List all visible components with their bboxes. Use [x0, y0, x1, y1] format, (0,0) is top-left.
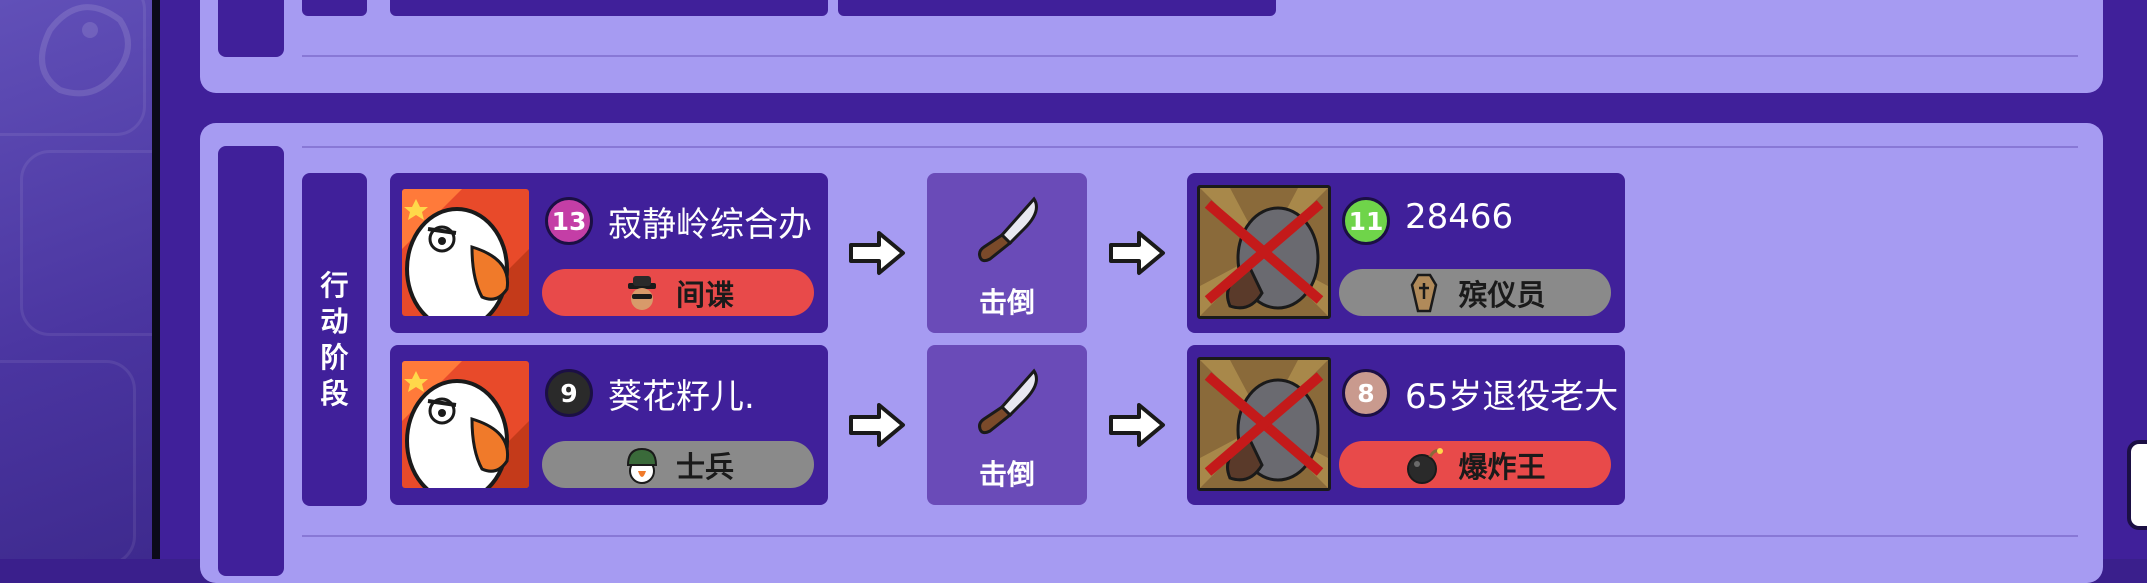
action-box: 击倒 — [927, 345, 1087, 505]
phase-title-char: 动 — [320, 304, 349, 338]
divider-line — [302, 535, 2078, 537]
role-label: 间谍 — [675, 277, 734, 312]
player-name: 寂静岭综合办 — [608, 205, 812, 245]
role-pill: 爆炸王 — [1339, 441, 1611, 488]
phase-side-bar — [218, 146, 284, 576]
player-number-badge: 13 — [545, 197, 593, 245]
knife-icon — [978, 368, 1038, 435]
goose-avatar — [402, 189, 529, 316]
arrow-right-icon — [1109, 231, 1165, 275]
player-number-badge: 9 — [545, 369, 593, 417]
phase-title-char: 行 — [320, 268, 349, 302]
role-pill: 士兵 — [542, 441, 814, 488]
player-name: 葵花籽儿. — [608, 377, 755, 417]
player-number-badge: 8 — [1342, 369, 1390, 417]
side-divider — [152, 0, 160, 559]
role-label: 殡仪员 — [1458, 277, 1546, 312]
action-label: 击倒 — [978, 286, 1035, 319]
phase-title: 行 动 阶 段 — [302, 173, 367, 506]
phase-title-char: 段 — [320, 376, 349, 410]
eliminated-avatar — [1197, 357, 1331, 491]
soldier-helmet-icon — [622, 445, 662, 485]
phase-title-char: 阶 — [320, 340, 349, 374]
action-box: 击倒 — [927, 173, 1087, 333]
divider-line — [302, 146, 2078, 148]
player-name: 65岁退役老大 — [1405, 377, 1619, 417]
role-pill: 殡仪员 — [1339, 269, 1611, 316]
divider-line — [302, 55, 2078, 57]
target-card[interactable]: 8 65岁退役老大 爆炸王 — [1187, 345, 1625, 505]
player-name: 28466 — [1405, 197, 1514, 237]
spy-icon — [622, 273, 662, 313]
previous-row-stub — [838, 0, 1276, 16]
role-label: 士兵 — [675, 449, 734, 484]
role-label: 爆炸王 — [1458, 449, 1546, 484]
previous-row-stub — [302, 0, 367, 16]
role-pill: 间谍 — [542, 269, 814, 316]
arrow-right-icon — [849, 403, 905, 447]
action-label: 击倒 — [978, 458, 1035, 491]
player-number-badge: 11 — [1342, 197, 1390, 245]
actor-card[interactable]: 9 葵花籽儿. 士兵 — [390, 345, 828, 505]
scroll-handle[interactable] — [2127, 440, 2147, 530]
coffin-icon — [1404, 273, 1444, 313]
bomb-icon — [1404, 445, 1444, 485]
duck-watermark-icon — [39, 4, 131, 97]
goose-avatar — [402, 361, 529, 488]
actor-card[interactable]: 13 寂静岭综合办 间谍 — [390, 173, 828, 333]
arrow-right-icon — [1109, 403, 1165, 447]
previous-phase-bar — [218, 0, 284, 57]
left-background — [0, 0, 158, 559]
arrow-right-icon — [849, 231, 905, 275]
target-card[interactable]: 11 28466 殡仪员 — [1187, 173, 1625, 333]
knife-icon — [978, 196, 1038, 263]
previous-row-stub — [390, 0, 828, 16]
eliminated-avatar — [1197, 185, 1331, 319]
